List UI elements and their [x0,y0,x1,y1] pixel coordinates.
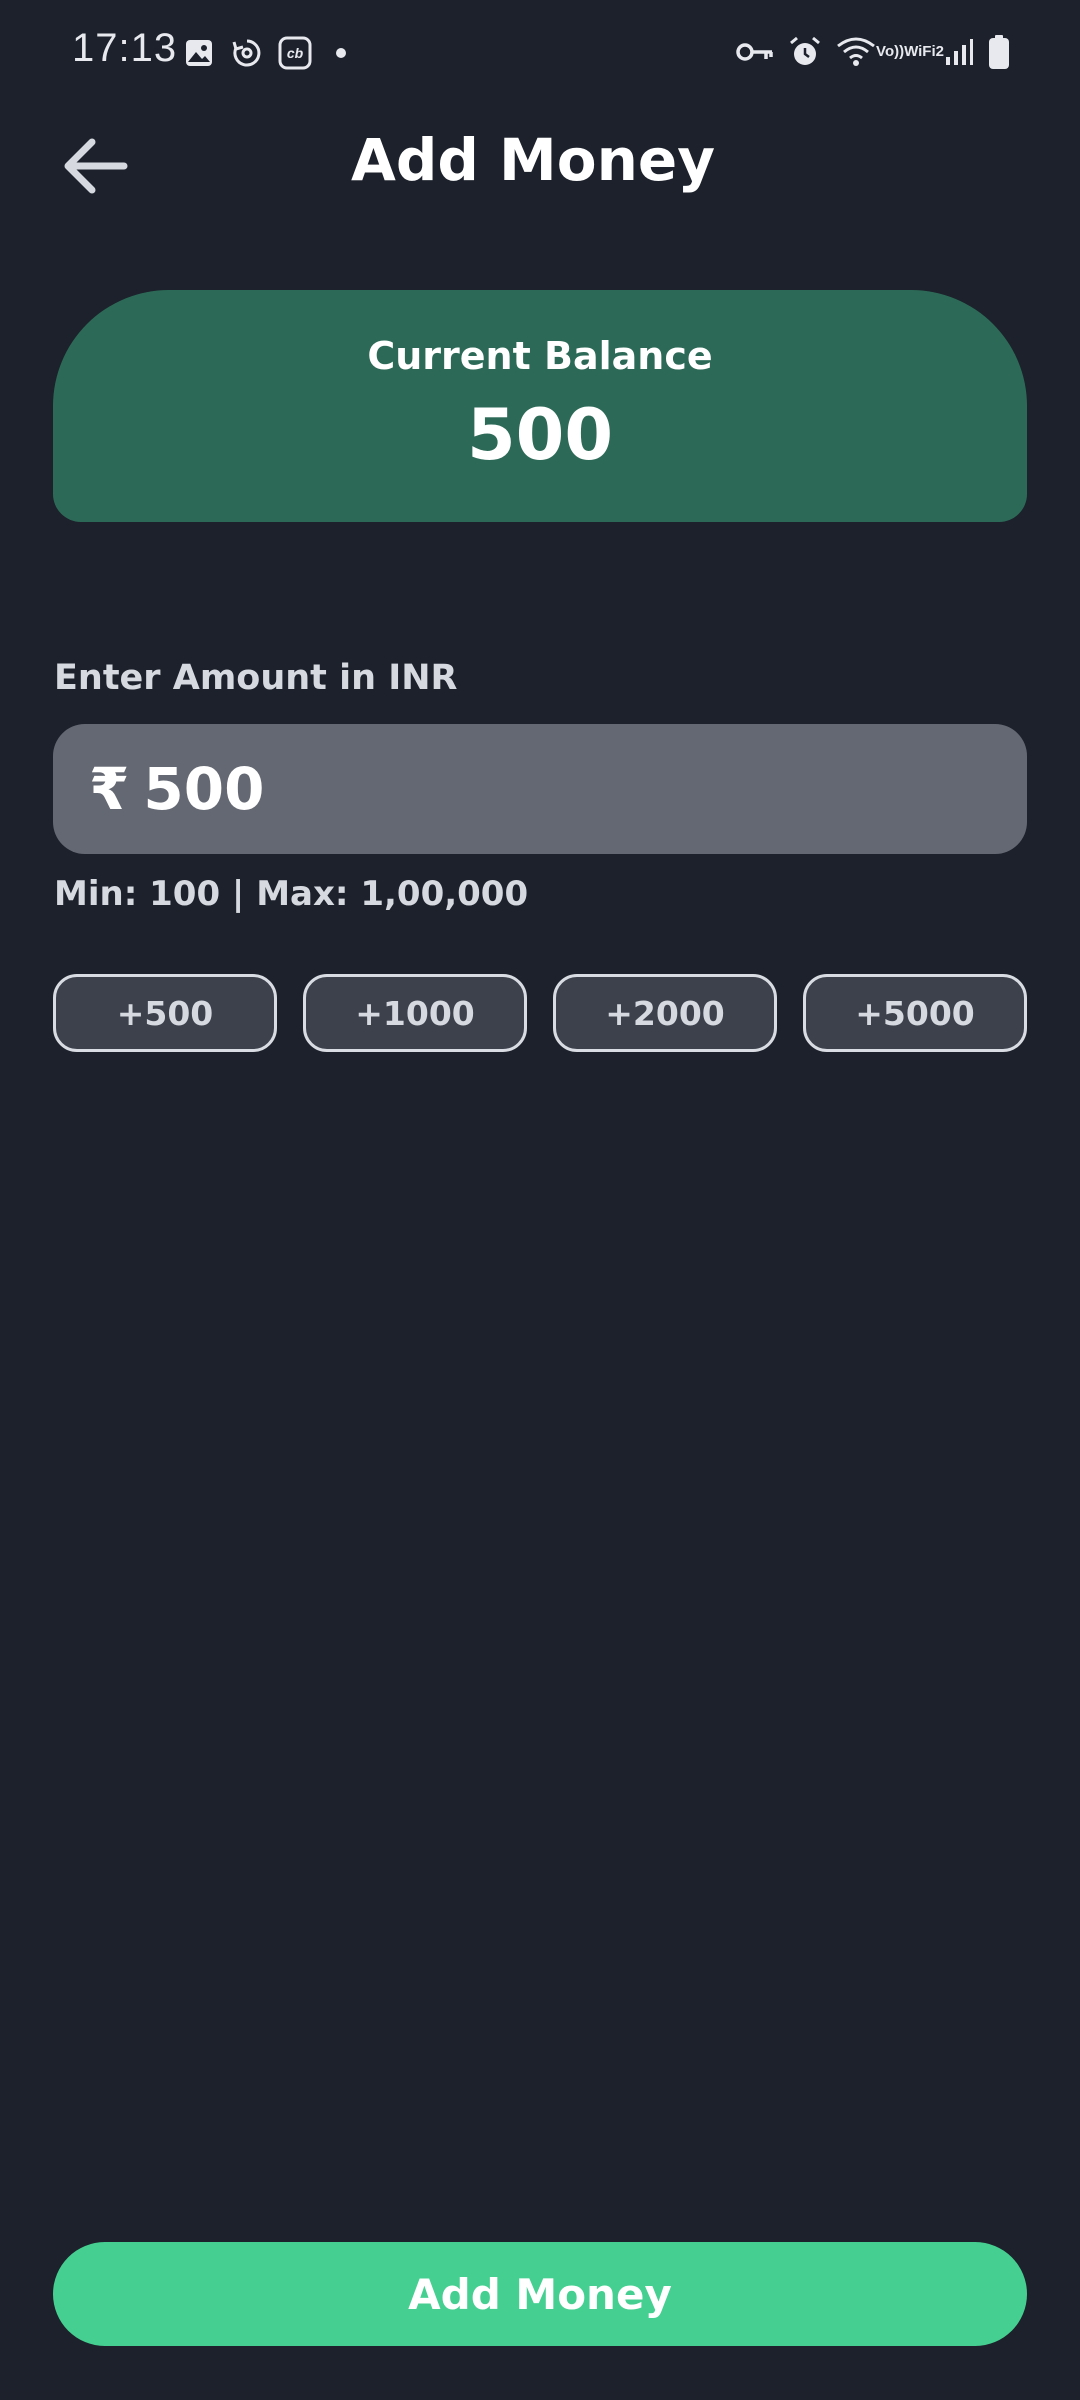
amount-label: Enter Amount in INR [54,658,458,698]
amount-input[interactable] [143,755,944,823]
quick-add-1000-button[interactable]: +1000 [303,974,527,1052]
balance-card: Current Balance 500 [53,290,1027,522]
status-left-icons: cb [182,36,346,70]
alarm-icon [788,35,822,69]
quick-add-5000-button[interactable]: +5000 [803,974,1027,1052]
cb-app-icon: cb [278,36,312,70]
vowifi-top: Vo)) [876,43,905,60]
image-icon [182,36,216,70]
wifi-icon [836,36,876,68]
quick-add-chips: +500 +1000 +2000 +5000 [53,974,1027,1052]
cb-app-label: cb [287,45,304,61]
balance-value: 500 [466,394,614,476]
vowifi-icon: Vo)) WiFi2 [876,44,944,60]
amount-field[interactable]: ₹ [53,724,1027,854]
status-bar: 17:13 cb Vo)) WiFi2 [0,0,1080,108]
balance-label: Current Balance [367,334,713,378]
rupee-icon: ₹ [89,755,130,823]
status-right-icons: Vo)) WiFi2 [736,34,1010,70]
vowifi-bottom: WiFi2 [904,43,944,60]
amount-limits: Min: 100 | Max: 1,00,000 [54,874,529,914]
vpn-key-icon [736,40,774,64]
add-money-button[interactable]: Add Money [53,2242,1027,2346]
status-time: 17:13 [72,26,178,70]
notification-dot-icon [336,48,346,58]
battery-icon [988,34,1010,70]
quick-add-2000-button[interactable]: +2000 [553,974,777,1052]
page-title: Add Money [350,126,716,194]
quick-add-500-button[interactable]: +500 [53,974,277,1052]
sync-icon [230,36,264,70]
signal-icon [944,37,974,67]
